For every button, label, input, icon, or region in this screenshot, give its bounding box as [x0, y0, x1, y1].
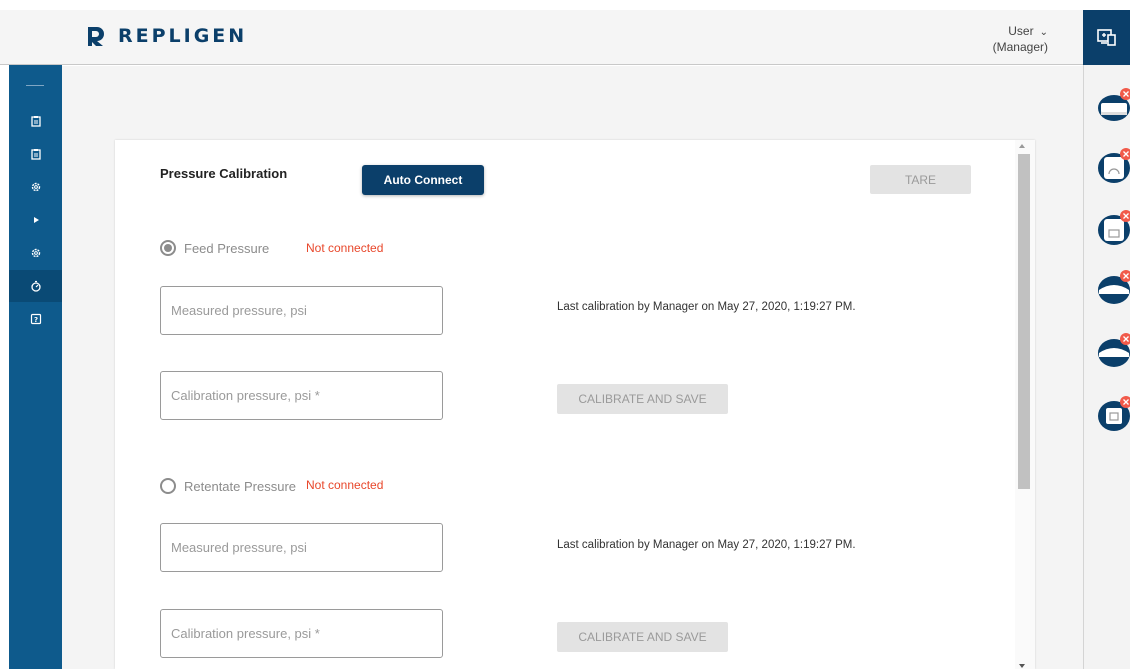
gear-icon	[31, 182, 40, 192]
feed-measured-input[interactable]	[160, 286, 443, 335]
sidebar-item-6[interactable]	[9, 270, 62, 302]
user-menu[interactable]: User ⌄ (Manager)	[993, 24, 1048, 55]
sidebar-collapse-handle[interactable]	[26, 85, 44, 86]
sidebar-item-1[interactable]	[9, 105, 62, 137]
left-sidebar: ?	[9, 65, 62, 669]
gear-icon	[31, 248, 40, 258]
svg-text:?: ?	[33, 316, 37, 324]
page-title: Pressure Calibration	[160, 166, 288, 181]
radio-checked-icon	[160, 240, 176, 256]
scrollbar-thumb[interactable]	[1018, 154, 1030, 489]
device-3-icon[interactable]	[1097, 210, 1130, 246]
retentate-calibration-input[interactable]	[160, 609, 443, 658]
clipboard-icon	[30, 116, 41, 127]
retentate-pressure-label: Retentate Pressure	[184, 478, 297, 494]
sidebar-item-7[interactable]: ?	[9, 303, 62, 335]
feed-pressure-radio[interactable]: Feed Pressure	[160, 240, 269, 256]
feed-last-calibration: Last calibration by Manager on May 27, 2…	[557, 301, 856, 313]
sidebar-item-5[interactable]	[9, 237, 62, 269]
feed-calibrate-save-button[interactable]: CALIBRATE AND SAVE	[557, 384, 728, 414]
repligen-logo-icon	[88, 27, 104, 46]
devices-icon	[1096, 28, 1116, 46]
feed-status: Not connected	[306, 241, 384, 255]
retentate-status: Not connected	[306, 478, 384, 492]
scroll-up-icon[interactable]	[1019, 144, 1025, 148]
device-6-icon[interactable]	[1097, 396, 1130, 432]
device-panel-button[interactable]	[1083, 10, 1130, 65]
sidebar-item-4[interactable]	[9, 204, 62, 236]
timer-icon	[30, 280, 41, 292]
radio-unchecked-icon	[160, 478, 176, 494]
sidebar-item-3[interactable]	[9, 171, 62, 203]
retentate-measured-input[interactable]	[160, 523, 443, 572]
retentate-calibrate-save-button[interactable]: CALIBRATE AND SAVE	[557, 622, 728, 652]
top-margin	[0, 0, 1130, 10]
device-4-icon[interactable]	[1097, 270, 1130, 306]
user-role: (Manager)	[992, 40, 1048, 54]
scroll-down-icon[interactable]	[1019, 664, 1025, 668]
app-header: REPLIGEN User ⌄ (Manager)	[62, 10, 1083, 65]
retentate-last-calibration: Last calibration by Manager on May 27, 2…	[557, 539, 856, 551]
feed-calibration-input[interactable]	[160, 371, 443, 420]
tare-button[interactable]: TARE	[870, 165, 971, 194]
clipboard-icon	[30, 149, 41, 160]
play-icon	[33, 217, 39, 223]
device-1-icon[interactable]	[1097, 88, 1130, 124]
brand-name: REPLIGEN	[118, 25, 248, 47]
brand-logo: REPLIGEN	[84, 25, 247, 47]
device-2-icon[interactable]	[1097, 148, 1130, 184]
help-icon: ?	[30, 313, 41, 325]
retentate-pressure-radio[interactable]: Retentate Pressure	[160, 478, 296, 494]
chevron-down-icon: ⌄	[1039, 27, 1048, 38]
sidebar-item-2[interactable]	[9, 138, 62, 170]
device-5-icon[interactable]	[1097, 333, 1130, 369]
auto-connect-button[interactable]: Auto Connect	[362, 165, 484, 195]
feed-pressure-label: Feed Pressure	[184, 240, 270, 256]
header-left-corner	[0, 10, 62, 65]
user-label: User	[1008, 24, 1034, 38]
